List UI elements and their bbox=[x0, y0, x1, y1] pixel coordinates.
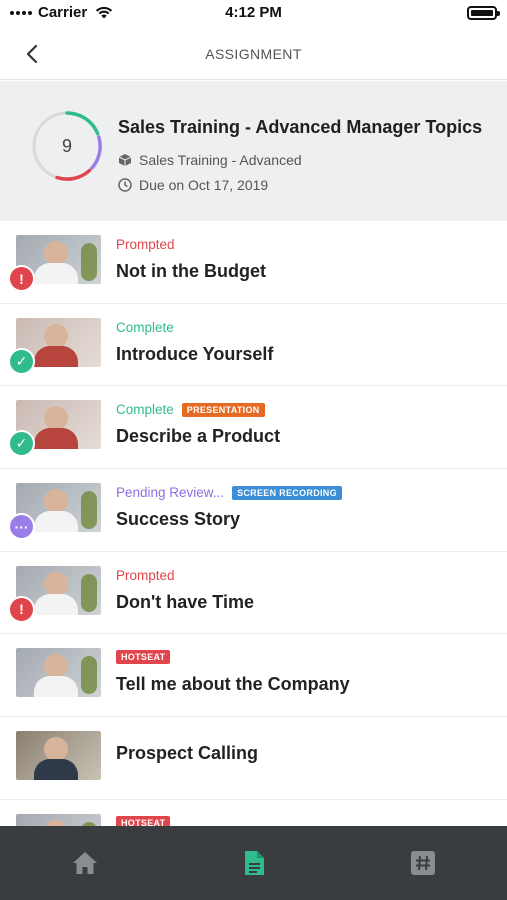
course-row: Sales Training - Advanced bbox=[118, 152, 302, 168]
item-list: ! Prompted Not in the Budget ✓ Complete … bbox=[0, 221, 507, 883]
tab-channels[interactable] bbox=[338, 826, 507, 900]
ellipsis-icon: ··· bbox=[8, 513, 35, 541]
due-row: Due on Oct 17, 2019 bbox=[118, 177, 268, 193]
tab-home[interactable] bbox=[0, 826, 169, 900]
list-item[interactable]: HOTSEAT Tell me about the Company bbox=[0, 634, 507, 718]
hotseat-tag: HOTSEAT bbox=[116, 650, 171, 665]
item-title: Tell me about the Company bbox=[116, 674, 350, 695]
alert-icon: ! bbox=[8, 265, 35, 292]
status-label: Complete bbox=[116, 402, 174, 418]
list-item[interactable]: Prospect Calling bbox=[0, 717, 507, 800]
list-item[interactable]: ✓ Complete Introduce Yourself bbox=[0, 303, 507, 387]
hashtag-icon bbox=[410, 851, 435, 875]
document-icon bbox=[244, 851, 264, 875]
item-title: Describe a Product bbox=[116, 426, 281, 447]
page-title: ASSIGNMENT bbox=[205, 46, 302, 62]
due-date: Due on Oct 17, 2019 bbox=[139, 177, 269, 193]
list-item[interactable]: ! Prompted Don't have Time bbox=[0, 551, 507, 635]
video-thumbnail bbox=[16, 731, 101, 781]
check-icon: ✓ bbox=[8, 347, 35, 375]
status-row: Complete PRESENTATION bbox=[116, 402, 265, 417]
presentation-tag: PRESENTATION bbox=[181, 402, 265, 417]
assignment-header: 9 Sales Training - Advanced Manager Topi… bbox=[0, 81, 507, 221]
status-label: Pending Review... bbox=[116, 485, 225, 501]
status-row: Pending Review... SCREEN RECORDING bbox=[116, 485, 342, 500]
home-icon bbox=[72, 852, 97, 874]
course-name: Sales Training - Advanced bbox=[139, 152, 302, 168]
status-row: Prompted bbox=[116, 237, 175, 252]
assignment-title: Sales Training - Advanced Manager Topics bbox=[118, 117, 483, 137]
status-row: Prompted bbox=[116, 568, 175, 583]
alert-icon: ! bbox=[8, 595, 35, 623]
screen-recording-tag: SCREEN RECORDING bbox=[232, 485, 342, 500]
status-row: HOTSEAT bbox=[116, 650, 171, 665]
item-title: Don't have Time bbox=[116, 591, 254, 612]
clock: 4:12 PM bbox=[225, 4, 282, 21]
tab-assignments[interactable] bbox=[169, 826, 338, 900]
list-item[interactable]: ··· Pending Review... SCREEN RECORDING S… bbox=[0, 469, 507, 552]
item-title: Not in the Budget bbox=[116, 261, 266, 281]
list-item[interactable]: ! Prompted Not in the Budget bbox=[0, 221, 507, 304]
status-label: Complete bbox=[116, 319, 174, 335]
status-row: Complete bbox=[116, 320, 174, 335]
clock-icon bbox=[118, 178, 132, 192]
status-label: Prompted bbox=[116, 237, 175, 252]
item-title: Success Story bbox=[116, 509, 241, 530]
assignment-count: 9 bbox=[61, 135, 72, 156]
check-icon: ✓ bbox=[8, 430, 35, 458]
cube-icon bbox=[118, 154, 132, 166]
list-item[interactable]: ✓ Complete PRESENTATION Describe a Produ… bbox=[0, 386, 507, 470]
item-title: Prospect Calling bbox=[116, 743, 259, 764]
navigation-bar: ASSIGNMENT bbox=[0, 28, 507, 80]
tab-bar bbox=[0, 826, 507, 900]
battery-icon bbox=[467, 6, 500, 20]
status-label: Prompted bbox=[116, 567, 175, 583]
status-bar: Carrier 4:12 PM bbox=[0, 0, 507, 28]
video-thumbnail bbox=[16, 648, 101, 698]
item-title: Introduce Yourself bbox=[116, 343, 274, 364]
progress-ring: 9 bbox=[30, 109, 104, 183]
